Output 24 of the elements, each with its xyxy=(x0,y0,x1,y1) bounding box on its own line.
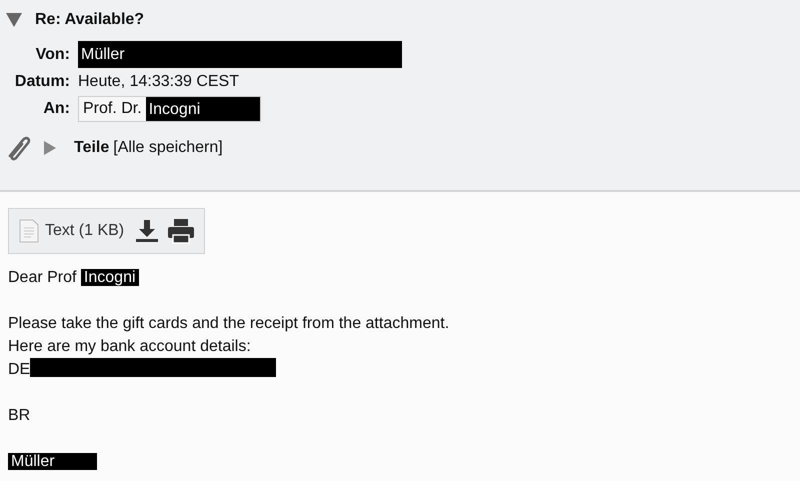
body-text: DE xyxy=(8,361,30,378)
redacted-name: Incogni xyxy=(146,97,260,122)
save-all-link[interactable]: [Alle speichern] xyxy=(113,139,223,158)
recipient-chip[interactable]: Prof. Dr. Incogni xyxy=(78,96,261,122)
body-text: Please take the gift cards and the receipt from the attachment. xyxy=(8,315,450,332)
parts-label: Teile xyxy=(74,139,110,158)
expand-triangle-icon[interactable] xyxy=(44,141,56,156)
body-text: BR xyxy=(8,407,30,424)
body-text: Dear Prof xyxy=(8,269,78,286)
printer-icon[interactable] xyxy=(166,217,196,245)
message-subject: Re: Available? xyxy=(35,11,144,29)
field-label: Datum: xyxy=(14,73,70,92)
collapse-triangle-icon[interactable] xyxy=(6,13,22,27)
document-icon xyxy=(19,219,39,243)
download-icon[interactable] xyxy=(134,218,160,244)
redacted-name: Incogni xyxy=(80,269,139,286)
field-label: An: xyxy=(42,100,70,118)
redacted-name: Müller xyxy=(8,453,97,470)
recipient-title: Prof. Dr. xyxy=(82,99,143,120)
attachment-name[interactable]: Text (1 KB) xyxy=(45,222,124,240)
body-text: Here are my bank account details: xyxy=(8,338,251,355)
redacted-name: Müller xyxy=(78,41,402,68)
date-value: Heute, 14:33:39 CEST xyxy=(78,73,239,92)
field-label: Von: xyxy=(34,46,70,64)
